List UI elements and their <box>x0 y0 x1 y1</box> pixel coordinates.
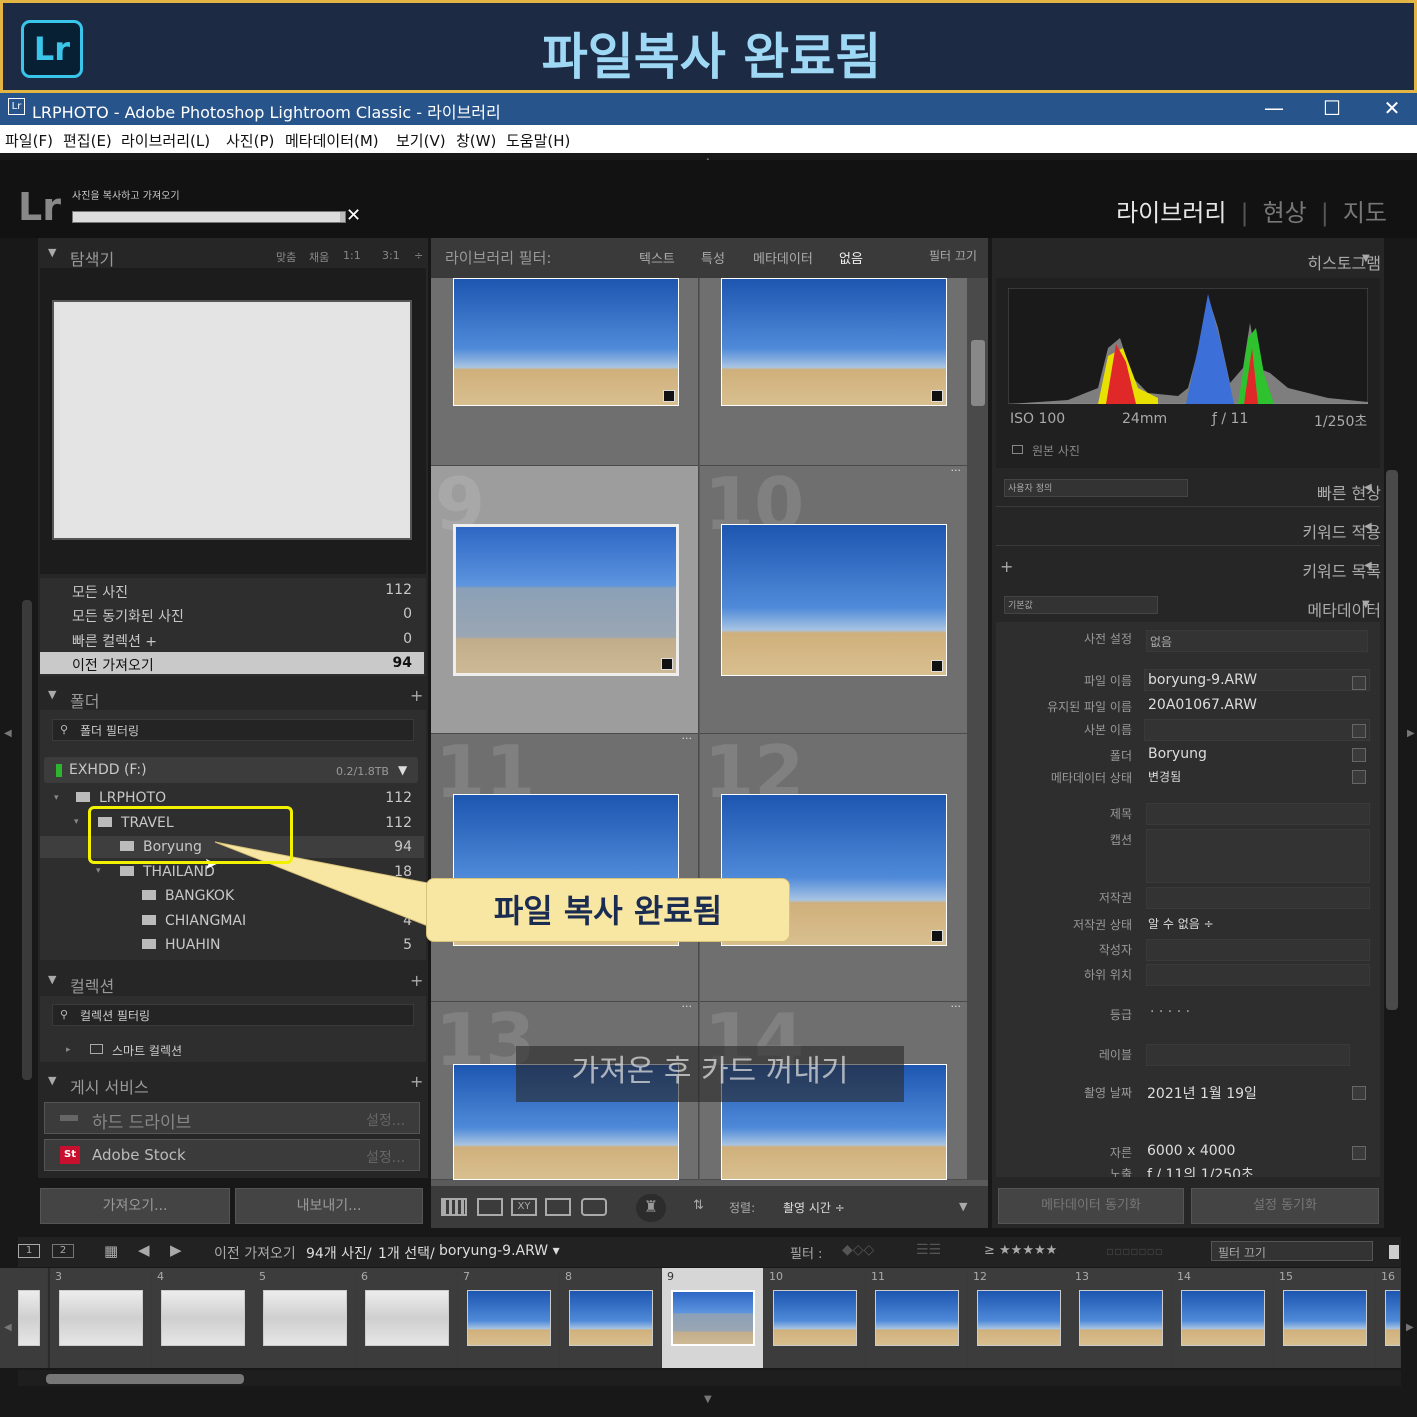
highlight-box <box>88 806 293 864</box>
callout-pointer <box>214 841 439 931</box>
eject-card-toast: 가져온 후 카드 꺼내기 <box>516 1046 904 1102</box>
callout-label: 파일 복사 완료됨 <box>426 878 790 942</box>
